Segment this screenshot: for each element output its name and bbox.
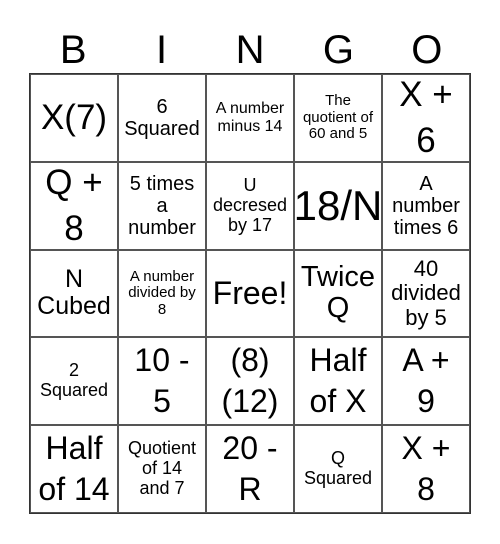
cell-text-line: A — [419, 172, 433, 195]
bingo-cell[interactable]: A + 9 — [382, 337, 470, 426]
cell-text-line: number — [392, 194, 460, 217]
bingo-cell[interactable]: 6 Squared — [118, 74, 206, 162]
bingo-cell[interactable]: Half of 14 — [30, 425, 118, 513]
cell-text-line: of 14 — [38, 471, 110, 508]
bingo-cell[interactable]: A number divided by 8 — [118, 249, 206, 338]
cell-text-line: A + — [402, 341, 450, 378]
cell-text-line: X(7) — [40, 98, 108, 138]
cell-text-line: The — [325, 92, 351, 110]
cell-text-line: of 14 — [141, 458, 183, 479]
cell-text-line: 6 — [156, 95, 168, 118]
cell-text-line: Half — [309, 341, 367, 378]
bingo-grid: X(7) 6 Squared A number minus 14 The quotient … — [29, 73, 471, 514]
cell-text-line: 9 — [417, 383, 435, 420]
cell-text-line: of X — [309, 383, 367, 420]
cell-text-line: 8 — [64, 208, 84, 248]
cell-text-line: 20 - — [222, 429, 278, 466]
cell-text-line: Q — [330, 448, 345, 469]
header-letter-b: B — [59, 28, 87, 72]
cell-text-line: X + — [399, 75, 453, 115]
cell-text-line: 6 — [416, 120, 436, 160]
bingo-cell[interactable]: 10 - 5 — [118, 337, 206, 426]
bingo-cell[interactable]: The quotient of 60 and 5 — [294, 74, 382, 162]
bingo-cell[interactable]: 2 Squared — [30, 337, 118, 426]
header-letter-o: O — [411, 28, 443, 72]
cell-text-line: (12) — [221, 383, 279, 420]
bingo-cell[interactable]: 5 times a number — [118, 161, 206, 250]
bingo-cell[interactable]: X + 8 — [382, 425, 470, 513]
cell-text-line: divided — [391, 280, 461, 306]
cell-text-line: 2 — [68, 360, 79, 381]
bingo-cell[interactable]: Q Squared — [294, 425, 382, 513]
cell-text-line: 10 - — [134, 341, 190, 378]
bingo-cell[interactable]: Quotient of 14 and 7 — [118, 425, 206, 513]
bingo-cell[interactable]: Twice Q — [294, 249, 382, 338]
cell-text-line: 60 and 5 — [308, 125, 368, 143]
bingo-cell[interactable]: 40 divided by 5 — [382, 249, 470, 338]
cell-text-line: a — [156, 194, 168, 217]
cell-text-line: Free! — [212, 274, 288, 311]
cell-text-line: A number — [129, 267, 195, 285]
cell-text-line: Q — [326, 292, 350, 325]
cell-text-line: 5 — [153, 383, 171, 420]
cell-text-line: Squared — [39, 380, 109, 401]
cell-text-line: U — [243, 175, 257, 195]
cell-text-line: Half — [45, 429, 103, 466]
cell-text-line: minus 14 — [217, 117, 283, 135]
cell-text-line: by 17 — [227, 214, 273, 235]
header-letter-i: I — [156, 28, 168, 72]
bingo-cell[interactable]: Q + 8 — [30, 161, 118, 250]
bingo-cell[interactable]: X(7) — [30, 74, 118, 162]
bingo-cell[interactable]: 18/N — [294, 161, 382, 250]
cell-text-line: X + — [401, 429, 451, 466]
header-letter-n: N — [235, 28, 265, 72]
cell-text-line: N — [64, 264, 84, 293]
cell-text-line: 40 — [413, 256, 439, 282]
cell-text-line: quotient of — [302, 108, 374, 126]
cell-text-line: by 5 — [405, 304, 447, 330]
bingo-cell[interactable]: Anumber times 6 — [382, 161, 470, 250]
header-letter-g: G — [322, 28, 354, 72]
bingo-cell[interactable]: Udecresed by 17 — [206, 161, 294, 250]
cell-text-line: Q + — [45, 163, 103, 203]
cell-text-line: Squared — [303, 468, 373, 489]
cell-text-line: 5 times — [129, 172, 195, 195]
cell-text-line: R — [238, 471, 262, 508]
bingo-header: B I N G O — [29, 28, 471, 72]
cell-text-line: times 6 — [393, 216, 459, 239]
bingo-cell[interactable]: N Cubed — [30, 249, 118, 338]
cell-text-line: 18/N — [294, 181, 382, 229]
bingo-cell[interactable]: Half of X — [294, 337, 382, 426]
cell-text-line: A number — [215, 100, 285, 118]
cell-text-line: decresed — [212, 194, 288, 215]
cell-text-line: and 7 — [139, 477, 185, 498]
cell-text-line: number — [128, 216, 196, 239]
cell-text-line: 8 — [157, 300, 167, 318]
bingo-cell[interactable]: (8) (12) — [206, 337, 294, 426]
cell-text-line: (8) — [230, 341, 270, 378]
cell-text-line: Cubed — [37, 292, 111, 321]
cell-text-line: divided by — [128, 284, 196, 302]
cell-text-line: Squared — [124, 117, 200, 140]
bingo-cell[interactable]: X + 6 — [382, 74, 470, 162]
cell-text-line: 8 — [417, 471, 435, 508]
cell-text-line: Quotient — [127, 438, 197, 459]
bingo-cell[interactable]: 20 - R — [206, 425, 294, 513]
cell-text-line: Twice — [300, 260, 376, 293]
bingo-cell[interactable]: A number minus 14 — [206, 74, 294, 162]
bingo-cell[interactable]: Free! — [206, 249, 294, 338]
